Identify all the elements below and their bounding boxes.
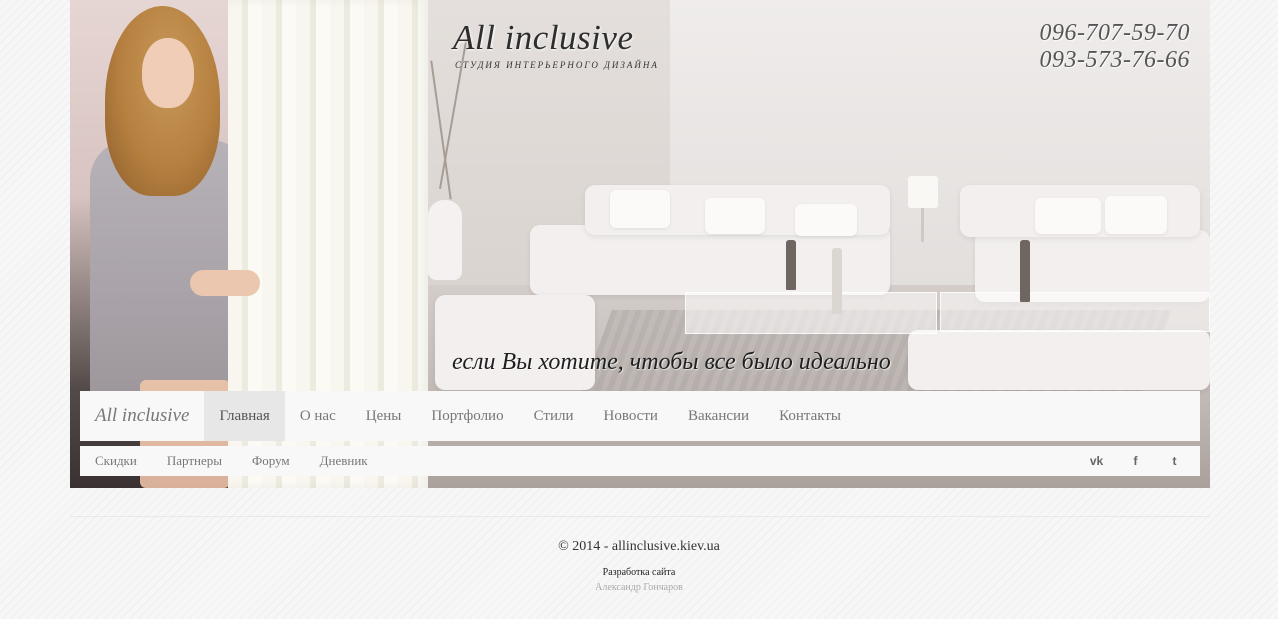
site-logo[interactable]: All inclusive СТУДИЯ ИНТЕРЬЕРНОГО ДИЗАЙН…: [453, 18, 659, 70]
bottle: [786, 240, 796, 290]
model-arm: [190, 270, 260, 296]
footer-dev-label: Разработка сайта: [602, 567, 676, 578]
hero-tagline: если Вы хотите, чтобы все было идеально: [452, 349, 891, 375]
decor-vase: [428, 200, 462, 280]
nav-item-about[interactable]: О нас: [285, 391, 351, 441]
lamp-shade: [908, 176, 938, 208]
nav-item-contacts[interactable]: Контакты: [764, 391, 856, 441]
phone-number: 096-707-59-70: [1039, 20, 1190, 46]
bottle: [1020, 240, 1030, 302]
logo-subtitle: СТУДИЯ ИНТЕРЬЕРНОГО ДИЗАЙНА: [455, 60, 659, 70]
nav-item-styles[interactable]: Стили: [519, 391, 589, 441]
sofa-cushion: [1105, 196, 1167, 234]
nav-item-portfolio[interactable]: Портфолио: [416, 391, 518, 441]
social-links: vk f t: [1077, 454, 1200, 468]
subnav-item-forum[interactable]: Форум: [237, 446, 305, 476]
nav-item-news[interactable]: Новости: [589, 391, 673, 441]
navbar-brand[interactable]: All inclusive: [80, 391, 204, 441]
ottoman: [908, 330, 1210, 390]
sofa-cushion: [610, 190, 670, 228]
bottle: [832, 248, 842, 314]
main-navbar: All inclusive Главная О нас Цены Портфол…: [80, 391, 1200, 441]
sofa-cushion: [795, 204, 857, 236]
footer-copyright: © 2014 - allinclusive.kiev.ua: [558, 539, 720, 554]
sofa-cushion: [705, 198, 765, 234]
nav-item-home[interactable]: Главная: [204, 391, 285, 441]
vk-icon[interactable]: vk: [1077, 454, 1116, 468]
footer-dev-link[interactable]: Александр Гончаров: [0, 582, 1278, 593]
phone-number: 093-573-76-66: [1039, 47, 1190, 73]
glass-table: [685, 292, 937, 334]
twitter-icon[interactable]: t: [1155, 454, 1194, 468]
sofa-cushion: [1035, 198, 1101, 234]
nav-item-prices[interactable]: Цены: [351, 391, 417, 441]
phone-list: 096-707-59-70 093-573-76-66: [1040, 20, 1190, 74]
model-face: [142, 38, 194, 108]
logo-title: All inclusive: [453, 18, 634, 57]
nav-item-vacancies[interactable]: Вакансии: [673, 391, 764, 441]
subnav-item-discounts[interactable]: Скидки: [80, 446, 152, 476]
subnav-item-partners[interactable]: Партнеры: [152, 446, 237, 476]
secondary-navbar: Скидки Партнеры Форум Дневник vk f t: [80, 446, 1200, 476]
lamp-stem: [921, 208, 924, 242]
facebook-icon[interactable]: f: [1116, 454, 1155, 468]
footer-divider: [70, 516, 1210, 517]
subnav-item-diary[interactable]: Дневник: [305, 446, 383, 476]
glass-table: [940, 292, 1210, 332]
